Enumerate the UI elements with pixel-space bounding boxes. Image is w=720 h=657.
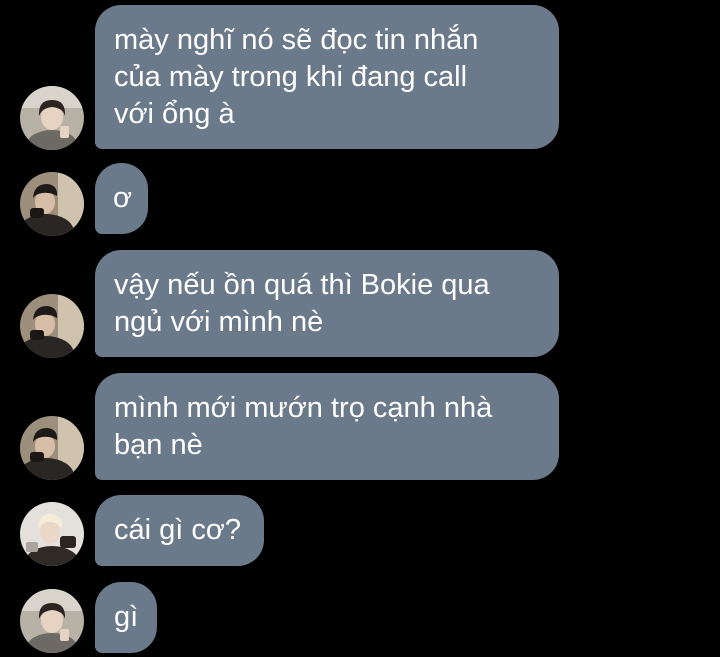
- sender-avatar[interactable]: [20, 172, 84, 236]
- message-text-line: bạn nè: [114, 429, 203, 461]
- message-text-line: của mày trong khi đang call: [114, 61, 468, 93]
- message-bubble[interactable]: mình mới mướn trọ cạnh nhà bạn nè: [95, 373, 559, 480]
- message-bubble[interactable]: vậy nếu ồn quá thì Bokie qua ngủ với mìn…: [95, 250, 559, 357]
- message-bubble[interactable]: gì: [95, 582, 157, 653]
- sender-avatar[interactable]: [20, 416, 84, 480]
- message-bubble[interactable]: cái gì cơ?: [95, 495, 264, 566]
- message-text-line: mày nghĩ nó sẽ đọc tin nhắn: [114, 24, 479, 56]
- avatar-icon-cap: [20, 416, 84, 480]
- avatar-icon-dark-hair: [20, 86, 84, 150]
- avatar-icon-cap: [20, 172, 84, 236]
- avatar-icon-dark-hair: [20, 589, 84, 653]
- sender-avatar[interactable]: [20, 502, 84, 566]
- sender-avatar[interactable]: [20, 589, 84, 653]
- message-text-line: ơ: [113, 182, 133, 214]
- message-text-line: mình mới mướn trọ cạnh nhà: [114, 392, 493, 424]
- message-text-line: gì: [114, 601, 139, 633]
- message-bubble[interactable]: mày nghĩ nó sẽ đọc tin nhắn của mày tron…: [95, 5, 559, 149]
- avatar-icon-blond: [20, 502, 84, 566]
- message-text-line: với ổng à: [114, 98, 235, 130]
- message-thread: mày nghĩ nó sẽ đọc tin nhắn của mày tron…: [0, 0, 720, 657]
- message-text-line: ngủ với mình nè: [114, 306, 324, 338]
- message-text-line: vậy nếu ồn quá thì Bokie qua: [114, 269, 490, 301]
- sender-avatar[interactable]: [20, 86, 84, 150]
- message-text-line: cái gì cơ?: [114, 514, 242, 546]
- message-bubble[interactable]: ơ: [95, 163, 148, 234]
- sender-avatar[interactable]: [20, 294, 84, 358]
- avatar-icon-cap: [20, 294, 84, 358]
